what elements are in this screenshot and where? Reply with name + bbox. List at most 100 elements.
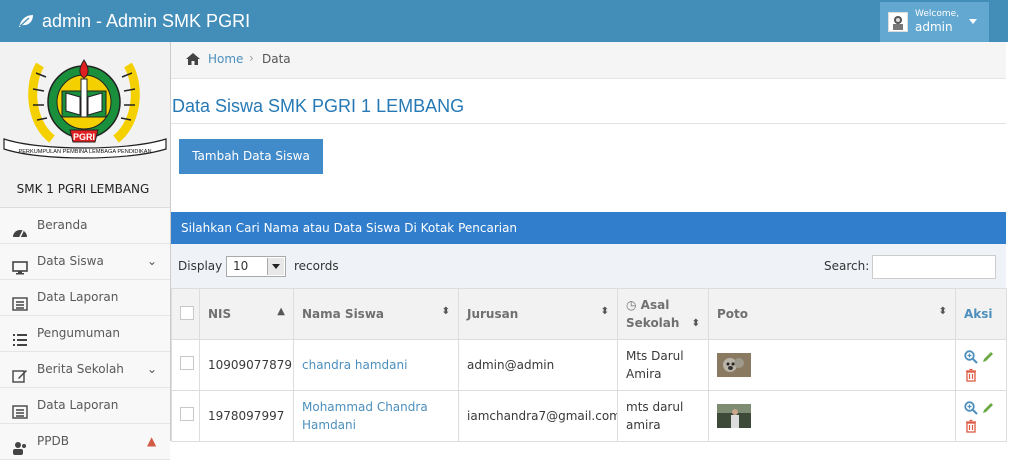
page-size-select[interactable]: 10 [226,256,286,277]
sidebar-item-label: Beranda [37,218,88,232]
chevron-down-icon: ⌄ [147,254,158,268]
zoom-in-icon[interactable] [964,350,978,364]
student-photo[interactable] [717,353,751,377]
tachometer-icon [12,218,28,238]
home-icon[interactable] [185,52,201,69]
sidebar-item-label: Data Siswa [37,254,104,268]
column-header-asal[interactable]: ◷ Asal Sekolah ⬍ [617,288,709,340]
cell-nama: chandra hamdani [293,339,459,391]
cell-asal: mts darul amira [617,390,709,442]
navbar: admin - Admin SMK PGRI Welcome, admin [0,0,1008,42]
cell-poto [708,339,956,391]
edit-icon[interactable] [981,401,995,415]
users-icon [12,434,28,455]
column-header-nama[interactable]: Nama Siswa ⬍ [293,288,459,340]
cell-nis: 10909077879 [199,339,294,391]
list-alt-icon [12,290,28,311]
cell-nis: 1978097997 [199,390,294,442]
page-size-value: 10 [233,259,249,273]
table-row: 1978097997 Mohammad Chandra Hamdani iamc… [171,390,1007,442]
sidebar-item-beranda[interactable]: Beranda [0,208,170,244]
row-select-cell [171,390,200,442]
sidebar-item-label: PPDB [37,434,69,448]
display-label: Display [178,259,223,273]
svg-text:PGRI: PGRI [73,132,95,142]
cell-asal: Mts Darul Amira [617,339,709,391]
avatar [888,12,908,32]
sidebar-item-label: Pengumuman [37,326,120,340]
table-controls: Display 10 records Search: [171,244,1006,288]
pencil-square-icon [12,362,28,383]
sort-icon: ⬍ [691,318,700,329]
row-select-cell [171,339,200,391]
records-label: records [294,259,339,273]
search-input[interactable] [872,255,996,279]
panel-header-text: Silahkan Cari Nama atau Data Siswa Di Ko… [181,221,518,235]
sort-icon: ⬍ [441,306,450,317]
logo-area: PGRI PERKUMPULAN PEMBINA LEMBAGA PENDIDI… [0,42,170,208]
students-table: NIS ▲ Nama Siswa ⬍ Jurusan ⬍ ◷ Asal Sekolah… [171,288,1007,442]
user-menu[interactable]: Welcome, admin [880,2,989,42]
trash-icon[interactable] [965,368,977,382]
badge-icon: ▲ [147,434,157,448]
select-all-cell [171,288,200,340]
student-name-link[interactable]: chandra hamdani [302,358,407,372]
column-header-poto[interactable]: Poto ⬍ [708,288,956,340]
table-panel-header: Silahkan Cari Nama atau Data Siswa Di Ko… [171,212,1006,244]
column-header-jurusan[interactable]: Jurusan ⬍ [458,288,618,340]
select-all-checkbox[interactable] [180,305,194,320]
edit-icon[interactable] [981,350,995,364]
cell-nama: Mohammad Chandra Hamdani [293,390,459,442]
welcome-text: Welcome, [915,9,960,19]
breadcrumb-current: Data [262,52,291,66]
row-checkbox[interactable] [180,406,194,421]
student-photo[interactable] [717,404,751,428]
list-alt-icon [12,398,28,419]
cell-jurusan: admin@admin [458,339,618,391]
brand-title: admin - Admin SMK PGRI [42,11,251,31]
username: admin [915,20,953,34]
pgri-logo: PGRI PERKUMPULAN PEMBINA LEMBAGA PENDIDI… [3,59,167,159]
desktop-icon [12,254,28,275]
cell-jurusan: iamchandra7@gmail.com [458,390,618,442]
sort-icon: ▲ [277,306,285,317]
cell-aksi [955,339,1007,391]
sidebar-item-label: Data Laporan [37,398,119,412]
search-label: Search: [824,259,870,273]
sidebar-item-pengumuman[interactable]: Pengumuman [0,316,170,352]
zoom-in-icon[interactable] [964,401,978,415]
list-icon [12,326,28,346]
caret-down-icon [969,19,977,24]
add-student-button[interactable]: Tambah Data Siswa [179,139,323,174]
column-header-aksi: Aksi [955,288,1007,340]
sidebar-item-label: Data Laporan [37,290,119,304]
chevron-down-icon [267,258,284,275]
leaf-icon [18,1,34,43]
sidebar-item-berita-sekolah[interactable]: Berita Sekolah ⌄ [0,352,170,388]
student-name-link[interactable]: Mohammad Chandra Hamdani [302,400,428,432]
clock-icon: ◷ [626,298,637,312]
divider [171,123,1006,124]
sidebar-item-data-laporan-2[interactable]: Data Laporan [0,388,170,424]
sidebar-item-data-siswa[interactable]: Data Siswa ⌄ [0,244,170,280]
row-checkbox[interactable] [180,355,194,370]
school-name: SMK 1 PGRI LEMBANG [16,182,150,196]
table-row: 10909077879 chandra hamdani admin@admin … [171,339,1007,391]
sort-icon: ⬍ [600,306,609,317]
table-header-row: NIS ▲ Nama Siswa ⬍ Jurusan ⬍ ◷ Asal Sekolah… [171,288,1007,340]
sidebar-item-label: Berita Sekolah [37,362,124,376]
svg-text:PERKUMPULAN PEMBINA LEMBAGA PE: PERKUMPULAN PEMBINA LEMBAGA PENDIDIKAN [18,149,151,155]
breadcrumb-home-link[interactable]: Home [208,52,243,66]
cell-poto [708,390,956,442]
page-title: Data Siswa SMK PGRI 1 LEMBANG [172,96,465,116]
sidebar: PGRI PERKUMPULAN PEMBINA LEMBAGA PENDIDI… [0,42,171,460]
sidebar-item-ppdb[interactable]: PPDB ▲ [0,424,170,460]
sidebar-item-data-laporan[interactable]: Data Laporan [0,280,170,316]
breadcrumb: Home › Data [171,42,1006,79]
column-header-nis[interactable]: NIS ▲ [199,288,294,340]
chevron-down-icon: ⌄ [147,362,158,376]
trash-icon[interactable] [965,419,977,433]
breadcrumb-separator-icon: › [249,51,254,65]
brand[interactable]: admin - Admin SMK PGRI [18,0,250,42]
sort-icon: ⬍ [938,306,947,317]
